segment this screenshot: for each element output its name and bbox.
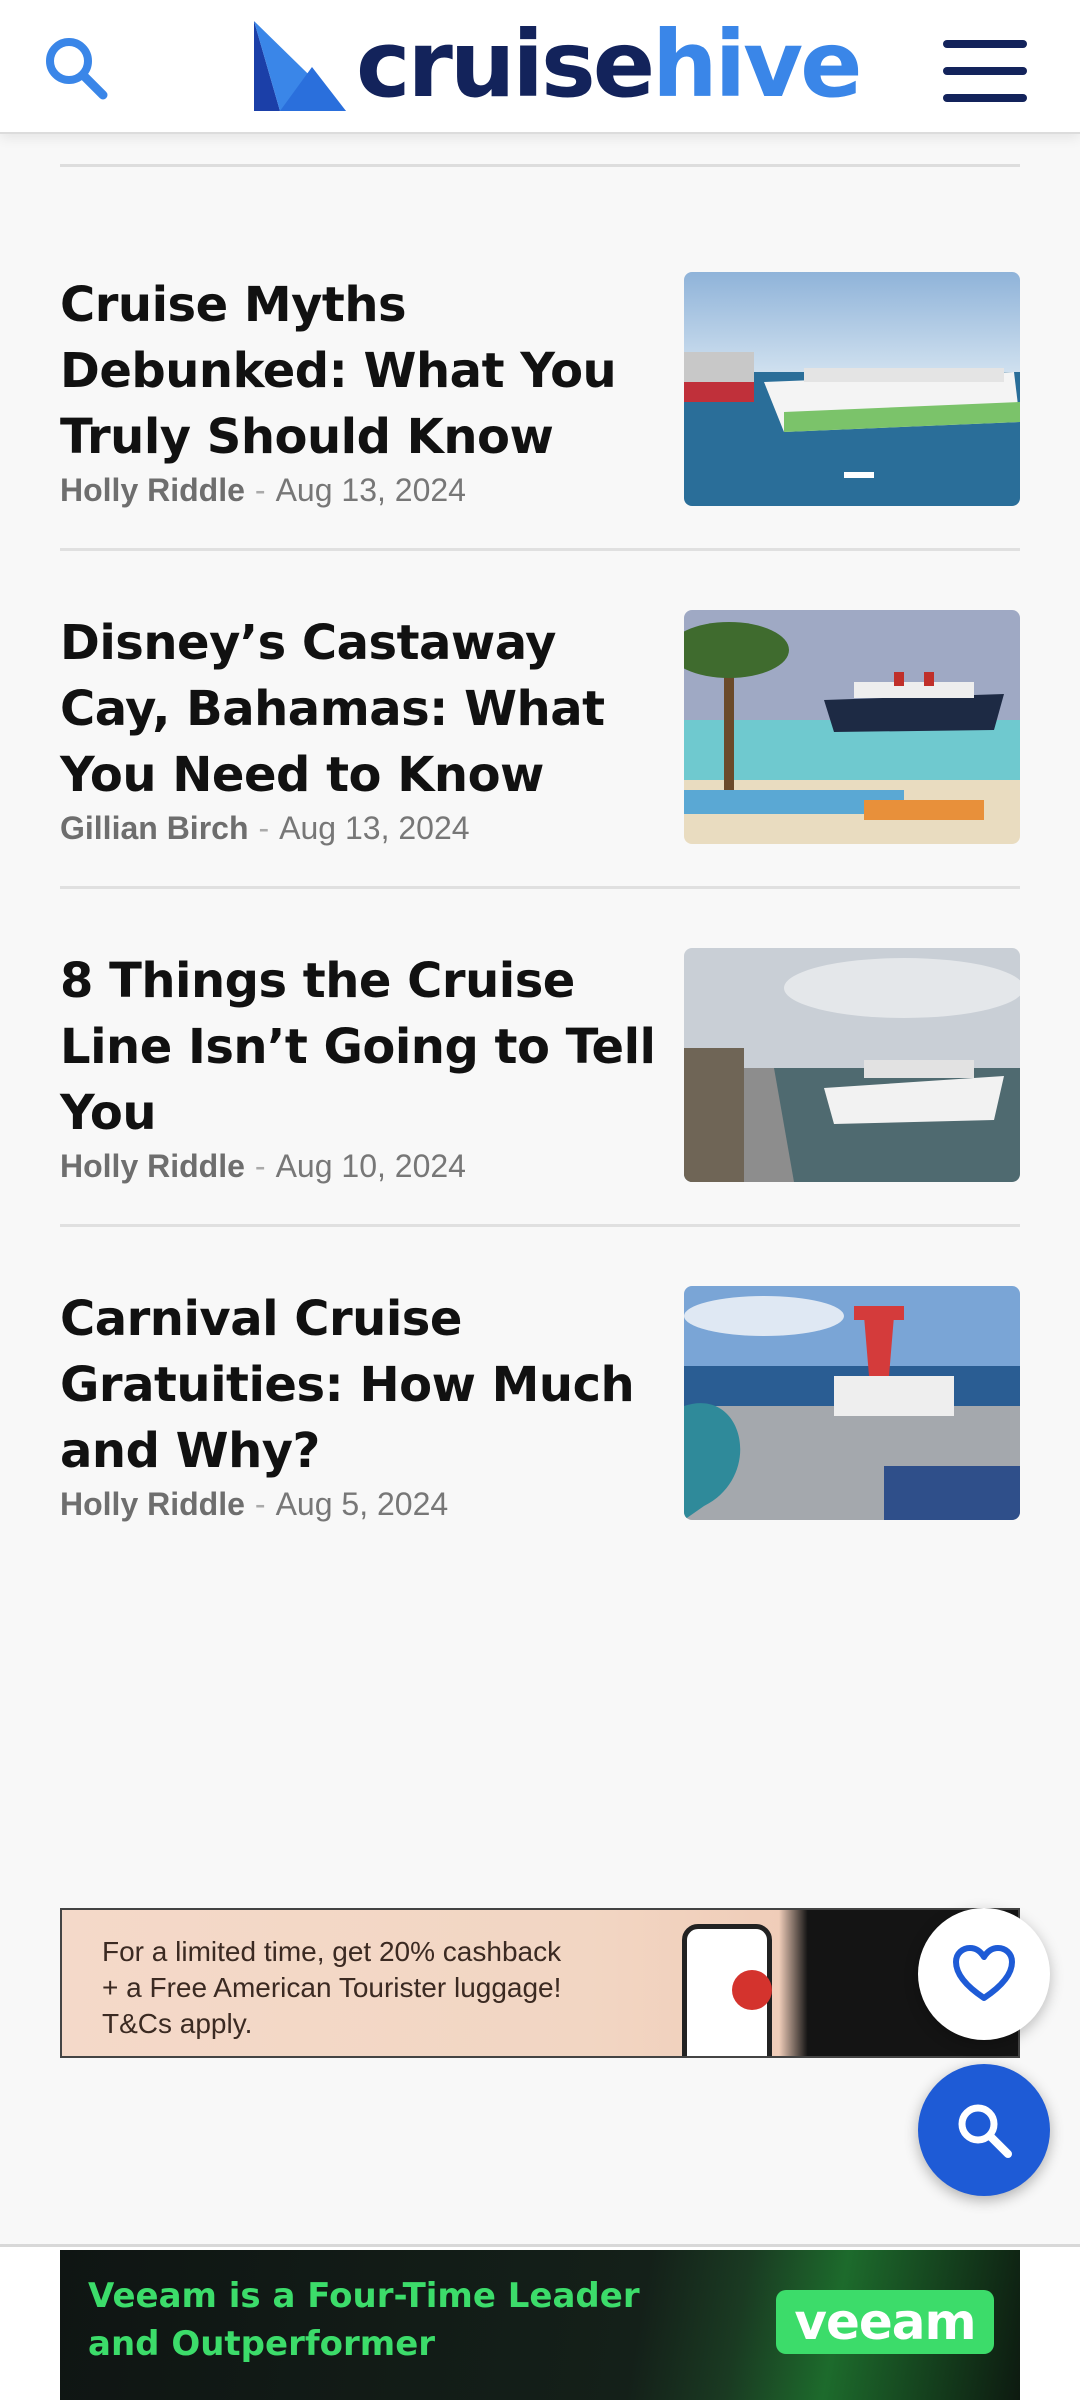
- article-author[interactable]: Holly Riddle: [60, 1486, 245, 1522]
- header-search-button[interactable]: [36, 28, 116, 108]
- logo-text-hive: hive: [652, 11, 862, 118]
- article-title[interactable]: Carnival Cruise Gratuities: How Much and…: [60, 1286, 670, 1484]
- ad-text: For a limited time, get 20% cashback + a…: [102, 1936, 562, 2039]
- article-date: Aug 10, 2024: [275, 1148, 466, 1184]
- article-date: Aug 13, 2024: [279, 810, 470, 846]
- hamburger-menu-icon-bar: [943, 67, 1027, 75]
- article-meta: Holly Riddle - Aug 5, 2024: [60, 1486, 448, 1523]
- search-icon: [958, 2104, 1012, 2158]
- site-logo[interactable]: cruisehive: [250, 10, 863, 120]
- article-date: Aug 13, 2024: [275, 472, 466, 508]
- article-title[interactable]: 8 Things the Cruise Line Isn’t Going to …: [60, 948, 670, 1146]
- article-meta: Holly Riddle - Aug 13, 2024: [60, 472, 466, 509]
- site-header: cruisehive: [0, 0, 1080, 134]
- article-date: Aug 5, 2024: [275, 1486, 449, 1522]
- veeam-logo: veeam: [776, 2290, 994, 2354]
- divider: [60, 886, 1020, 889]
- article-meta: Gillian Birch - Aug 13, 2024: [60, 810, 470, 847]
- meta-separator: -: [258, 810, 270, 846]
- article-title[interactable]: Disney’s Castaway Cay, Bahamas: What You…: [60, 610, 670, 808]
- port-ship-image: [684, 948, 1020, 1182]
- logo-mark-icon: [254, 21, 346, 111]
- article-thumbnail[interactable]: [684, 1286, 1020, 1520]
- divider: [60, 548, 1020, 551]
- luggage-advertisement[interactable]: For a limited time, get 20% cashback + a…: [60, 1908, 1020, 2058]
- divider: [60, 164, 1020, 167]
- ad-graphic: [732, 1970, 772, 2010]
- article-card[interactable]: Carnival Cruise Gratuities: How Much and…: [60, 1286, 1020, 1616]
- heart-icon: [953, 1945, 1015, 2001]
- divider: [60, 1224, 1020, 1227]
- menu-button[interactable]: [940, 40, 1030, 102]
- hamburger-menu-icon-bar: [943, 94, 1027, 102]
- beach-ship-image: [684, 610, 1020, 844]
- article-meta: Holly Riddle - Aug 10, 2024: [60, 1148, 466, 1185]
- meta-separator: -: [254, 1486, 266, 1522]
- favorite-button[interactable]: [918, 1908, 1050, 2040]
- article-author[interactable]: Gillian Birch: [60, 810, 248, 846]
- article-title[interactable]: Cruise Myths Debunked: What You Truly Sh…: [60, 272, 670, 470]
- article-author[interactable]: Holly Riddle: [60, 1148, 245, 1184]
- article-card[interactable]: Disney’s Castaway Cay, Bahamas: What You…: [60, 610, 1020, 940]
- floating-search-button[interactable]: [918, 2064, 1050, 2196]
- article-thumbnail[interactable]: [684, 272, 1020, 506]
- article-card[interactable]: Cruise Myths Debunked: What You Truly Sh…: [60, 272, 1020, 602]
- article-thumbnail[interactable]: [684, 948, 1020, 1182]
- cruise-ship-image: [684, 272, 1020, 506]
- article-thumbnail[interactable]: [684, 610, 1020, 844]
- meta-separator: -: [254, 472, 266, 508]
- search-icon: [46, 38, 108, 100]
- ship-deck-image: [684, 1286, 1020, 1520]
- article-card[interactable]: 8 Things the Cruise Line Isn’t Going to …: [60, 948, 1020, 1278]
- veeam-advertisement[interactable]: Veeam is a Four-Time Leader and Outperfo…: [60, 2250, 1020, 2400]
- ad-text: Veeam is a Four-Time Leader and Outperfo…: [88, 2276, 640, 2364]
- logo-text: cruisehive: [356, 19, 863, 111]
- hamburger-menu-icon: [943, 40, 1027, 48]
- article-author[interactable]: Holly Riddle: [60, 472, 245, 508]
- meta-separator: -: [254, 1148, 266, 1184]
- logo-text-cruise: cruise: [356, 11, 655, 118]
